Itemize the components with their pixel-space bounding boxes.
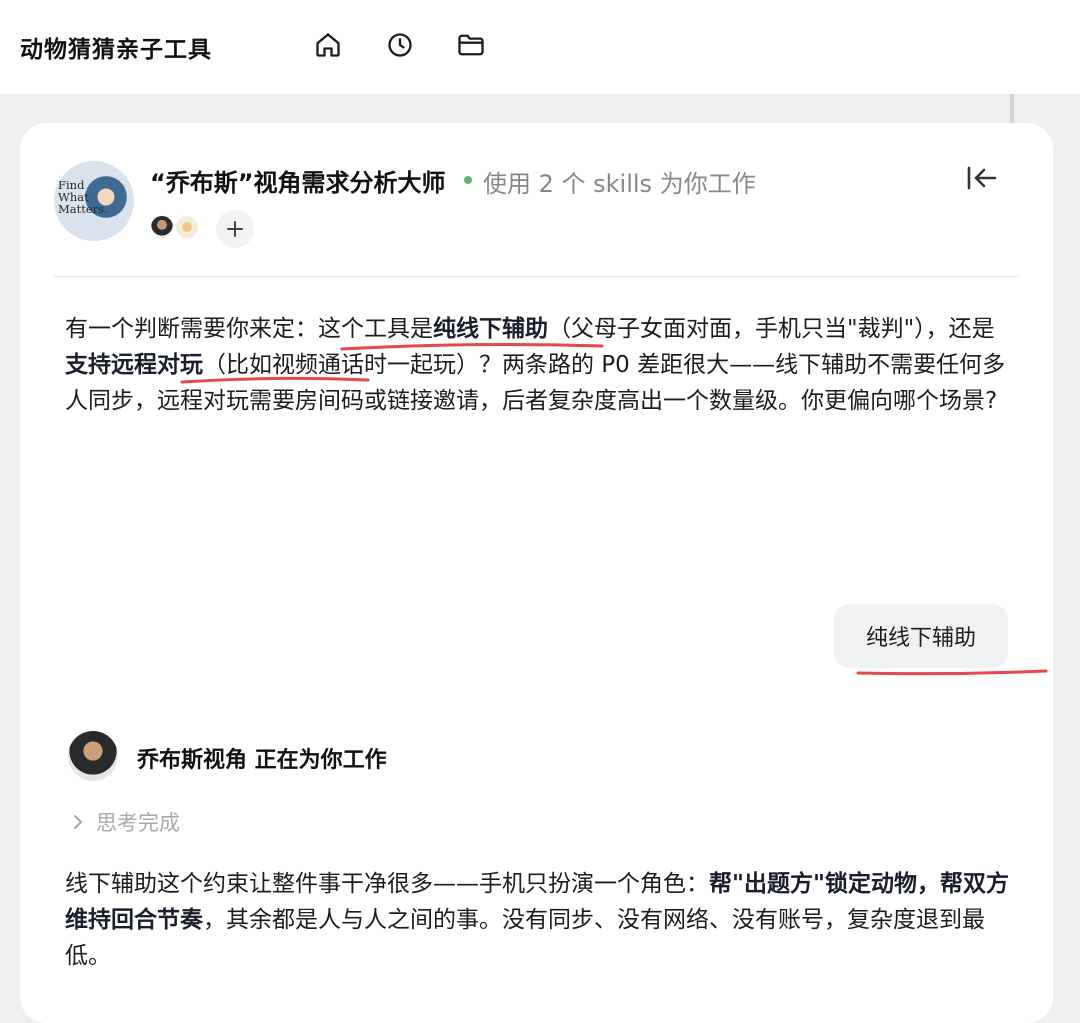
collapse-panel-button[interactable] [962, 162, 1002, 194]
thinking-toggle[interactable]: 思考完成 [72, 808, 180, 836]
message-text: （比如视频通话时一起玩）？两条路的 P0 差距很大——线下辅助不需要任何多人同步… [65, 352, 1006, 414]
thinking-label: 思考完成 [96, 811, 180, 835]
skill-avatar[interactable] [149, 214, 175, 240]
logo-text: Find What Matters. [58, 178, 108, 216]
message-text: ，其余都是人与人之间的事。没有同步、没有网络、没有账号，复杂度退到最低。 [65, 907, 985, 969]
chevron-right-icon [74, 815, 82, 829]
message-text: 线下辅助这个约束让整件事干净很多——手机只扮演一个角色： [65, 871, 709, 897]
folder-icon[interactable] [456, 30, 486, 60]
plus-icon [227, 221, 243, 237]
add-skill-button[interactable] [216, 210, 254, 248]
highlight-offline: 纯线下辅助 [433, 316, 548, 342]
status-dot [464, 176, 472, 184]
top-bar: 动物猜猜亲子工具 [0, 0, 1080, 94]
assistant-message: 线下辅助这个约束让整件事干净很多——手机只扮演一个角色：帮"出题方"锁定动物，帮… [65, 866, 1010, 974]
avatar [68, 731, 118, 781]
worker-status: 乔布斯视角 正在为你工作 [137, 748, 387, 773]
history-icon[interactable] [385, 30, 415, 60]
agent-name: “乔布斯”视角需求分析大师 [150, 169, 446, 197]
message-text: 这个工具是 [318, 316, 433, 342]
home-icon[interactable] [313, 30, 343, 60]
divider [54, 276, 1019, 277]
message-text: 有一个判断需要你来定： [65, 316, 318, 342]
collapse-left-icon [967, 166, 997, 190]
agent-status: 使用 2 个 skills 为你工作 [483, 170, 756, 198]
skill-avatar[interactable] [174, 214, 200, 240]
user-message: 纯线下辅助 [834, 604, 1008, 668]
assistant-message: 有一个判断需要你来定：这个工具是纯线下辅助（父母子女面对面，手机只当"裁判"），… [65, 311, 1010, 419]
app-title: 动物猜猜亲子工具 [20, 37, 212, 63]
highlight-remote: 支持远程对玩 [65, 352, 203, 378]
agent-logo: Find What Matters. [54, 161, 134, 241]
message-text: （父母子女面对面，手机只当"裁判"），还是 [548, 316, 995, 342]
